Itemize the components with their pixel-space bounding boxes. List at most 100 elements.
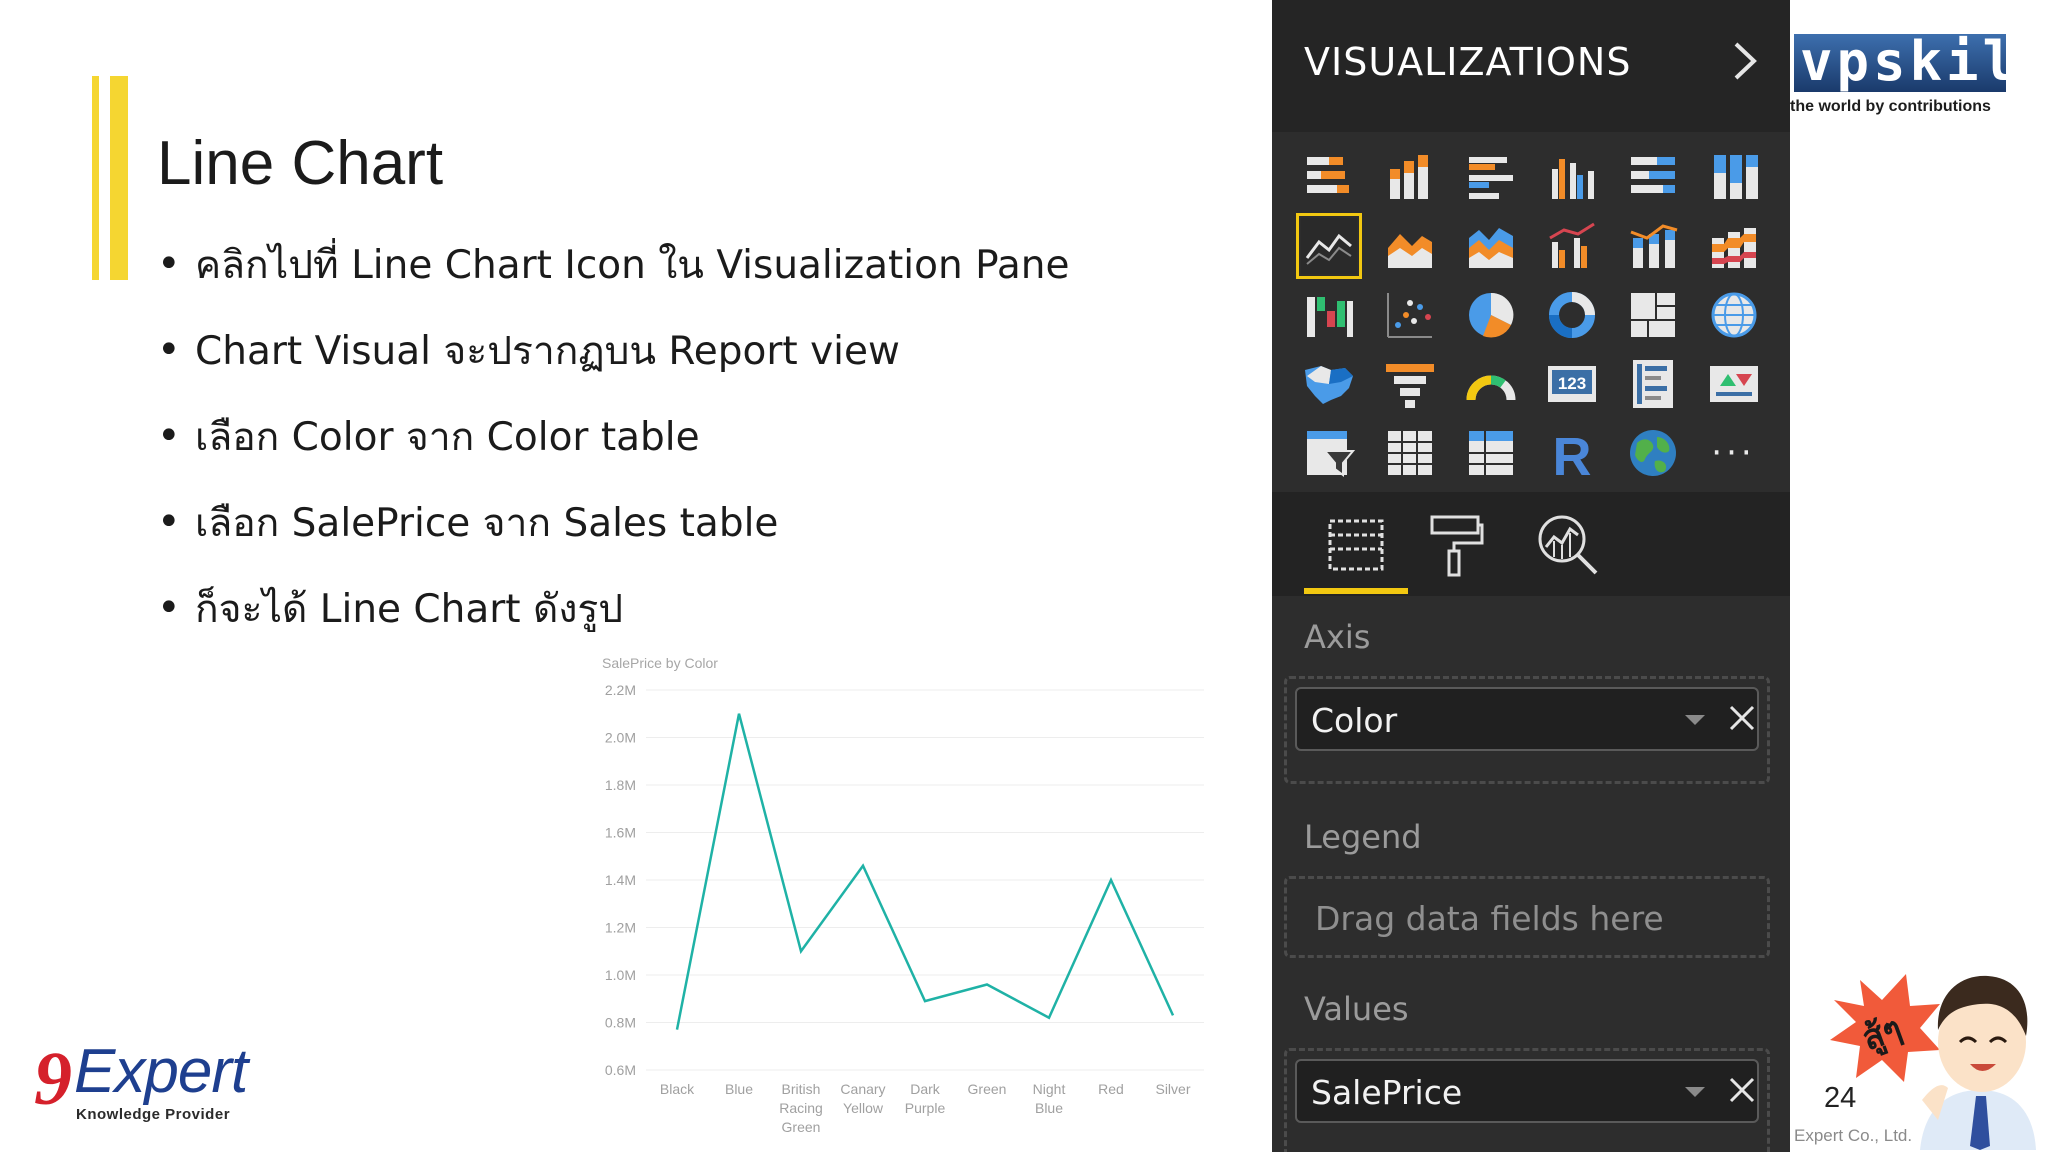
remove-field-icon[interactable]	[1727, 703, 1757, 733]
slicer-icon	[1306, 430, 1355, 477]
pie-chart-button[interactable]	[1450, 280, 1531, 349]
ribbon-chart-button[interactable]	[1693, 211, 1774, 280]
accent-bar	[92, 76, 128, 280]
logo-nine: 9	[34, 1037, 72, 1121]
treemap-icon	[1630, 292, 1675, 337]
values-field-pill[interactable]: SalePrice	[1295, 1059, 1759, 1123]
dropdown-caret-icon[interactable]	[1683, 713, 1707, 727]
logo-tagline: Knowledge Provider	[76, 1106, 231, 1123]
data-point[interactable]	[1105, 874, 1117, 886]
100-stacked-column-button[interactable]	[1693, 142, 1774, 211]
treemap-button[interactable]	[1612, 280, 1693, 349]
area-chart-icon	[1387, 233, 1432, 268]
stacked-column-button[interactable]	[1369, 142, 1450, 211]
y-tick-label: 0.8M	[605, 1015, 636, 1031]
data-point[interactable]	[981, 979, 993, 991]
legend-label: Legend	[1304, 818, 1422, 856]
data-point[interactable]	[1043, 1012, 1055, 1024]
axis-drop-zone[interactable]: Color	[1284, 676, 1770, 784]
line-clustered-column-icon	[1548, 222, 1595, 268]
x-tick-label: Silver	[1155, 1081, 1190, 1097]
vpskill-logo: vpskill	[1794, 30, 2048, 93]
100-stacked-bar-button[interactable]	[1612, 142, 1693, 211]
x-tick-label: Yellow	[843, 1100, 884, 1116]
card-icon: 123	[1547, 365, 1596, 402]
multi-row-card-button[interactable]	[1612, 349, 1693, 418]
r-visual-button[interactable]: R	[1531, 418, 1612, 487]
chevron-right-icon	[1734, 42, 1757, 80]
waterfall-button[interactable]	[1288, 280, 1369, 349]
values-drop-zone[interactable]: SalePrice	[1284, 1048, 1770, 1152]
line-chart-svg: 0.6M 0.8M 1.0M 1.2M 1.4M 1.6M 1.8M 2.0M 2.2M Blac…	[605, 682, 1204, 1135]
collapse-pane-button[interactable]	[1724, 36, 1764, 86]
data-point[interactable]	[857, 860, 869, 872]
ribbon-chart-icon	[1711, 227, 1756, 268]
vpskill-logo-text: vpskill	[1800, 30, 2048, 93]
active-tab-indicator	[1304, 588, 1408, 594]
bullet-item: เลือก Color จาก Color table	[157, 408, 1069, 496]
filled-map-button[interactable]	[1288, 349, 1369, 418]
visualizations-pane: VISUALIZATIONS 123 R ··· Axis Color Lege…	[1272, 0, 1790, 1152]
matrix-button[interactable]	[1450, 418, 1531, 487]
legend-drop-zone[interactable]: Drag data fields here	[1284, 876, 1770, 958]
data-point[interactable]	[795, 945, 807, 957]
data-point[interactable]	[733, 708, 745, 720]
more-icon: ···	[1711, 432, 1756, 473]
more-visuals-button[interactable]: ···	[1693, 418, 1774, 487]
x-tick-label: Night	[1033, 1081, 1066, 1097]
map-button[interactable]	[1693, 280, 1774, 349]
x-tick-label: Blue	[725, 1081, 753, 1097]
axis-field-name: Color	[1311, 701, 1398, 740]
series-line[interactable]	[675, 713, 1175, 1030]
100-stacked-bar-icon	[1630, 156, 1675, 193]
data-point[interactable]	[671, 1024, 683, 1036]
bullet-item: เลือก SalePrice จาก Sales table	[157, 494, 1069, 582]
axis-field-pill[interactable]: Color	[1295, 687, 1759, 751]
y-tick-label: 1.4M	[605, 872, 636, 888]
line-chart-visual[interactable]: 0.6M 0.8M 1.0M 1.2M 1.4M 1.6M 1.8M 2.0M 2.2M Blac…	[598, 650, 1218, 1150]
arcgis-globe-button[interactable]	[1612, 418, 1693, 487]
pane-title: VISUALIZATIONS	[1304, 40, 1632, 84]
filled-map-icon	[1304, 365, 1353, 404]
stacked-bar-button[interactable]	[1288, 142, 1369, 211]
values-field-name: SalePrice	[1311, 1073, 1463, 1112]
table-button[interactable]	[1369, 418, 1450, 487]
funnel-icon	[1385, 363, 1434, 408]
x-tick-label: Green	[968, 1081, 1007, 1097]
area-chart-button[interactable]	[1369, 211, 1450, 280]
values-label: Values	[1304, 990, 1409, 1028]
kpi-button[interactable]	[1693, 349, 1774, 418]
stacked-bar-icon	[1306, 156, 1349, 193]
paint-roller-icon	[1430, 515, 1484, 577]
y-tick-label: 2.0M	[605, 730, 636, 746]
pie-icon	[1468, 292, 1513, 338]
map-icon	[1711, 292, 1756, 337]
data-point[interactable]	[1167, 1009, 1179, 1021]
logo-expert: Expert	[74, 1037, 248, 1106]
line-stacked-column-icon	[1629, 223, 1677, 268]
clustered-bar-button[interactable]	[1450, 142, 1531, 211]
analytics-tab[interactable]	[1518, 510, 1618, 580]
donut-chart-button[interactable]	[1531, 280, 1612, 349]
fields-tab[interactable]	[1306, 510, 1406, 580]
funnel-button[interactable]	[1369, 349, 1450, 418]
line-chart-button[interactable]	[1288, 211, 1369, 280]
card-button[interactable]: 123	[1531, 349, 1612, 418]
remove-field-icon[interactable]	[1727, 1075, 1757, 1105]
bullet-list: คลิกไปที่ Line Chart Icon ใน Visualizati…	[157, 236, 1069, 668]
clustered-column-button[interactable]	[1531, 142, 1612, 211]
axis-label: Axis	[1304, 618, 1371, 656]
dropdown-caret-icon[interactable]	[1683, 1085, 1707, 1099]
table-icon	[1387, 430, 1432, 475]
gauge-button[interactable]	[1450, 349, 1531, 418]
stacked-area-button[interactable]	[1450, 211, 1531, 280]
donut-icon	[1548, 291, 1595, 338]
line-clustered-column-button[interactable]	[1531, 211, 1612, 280]
data-point[interactable]	[919, 995, 931, 1007]
line-stacked-column-button[interactable]	[1612, 211, 1693, 280]
format-tab[interactable]	[1406, 510, 1506, 580]
scatter-button[interactable]	[1369, 280, 1450, 349]
x-tick-label: Blue	[1035, 1100, 1063, 1116]
slicer-button[interactable]	[1288, 418, 1369, 487]
r-visual-icon: R	[1552, 427, 1591, 481]
